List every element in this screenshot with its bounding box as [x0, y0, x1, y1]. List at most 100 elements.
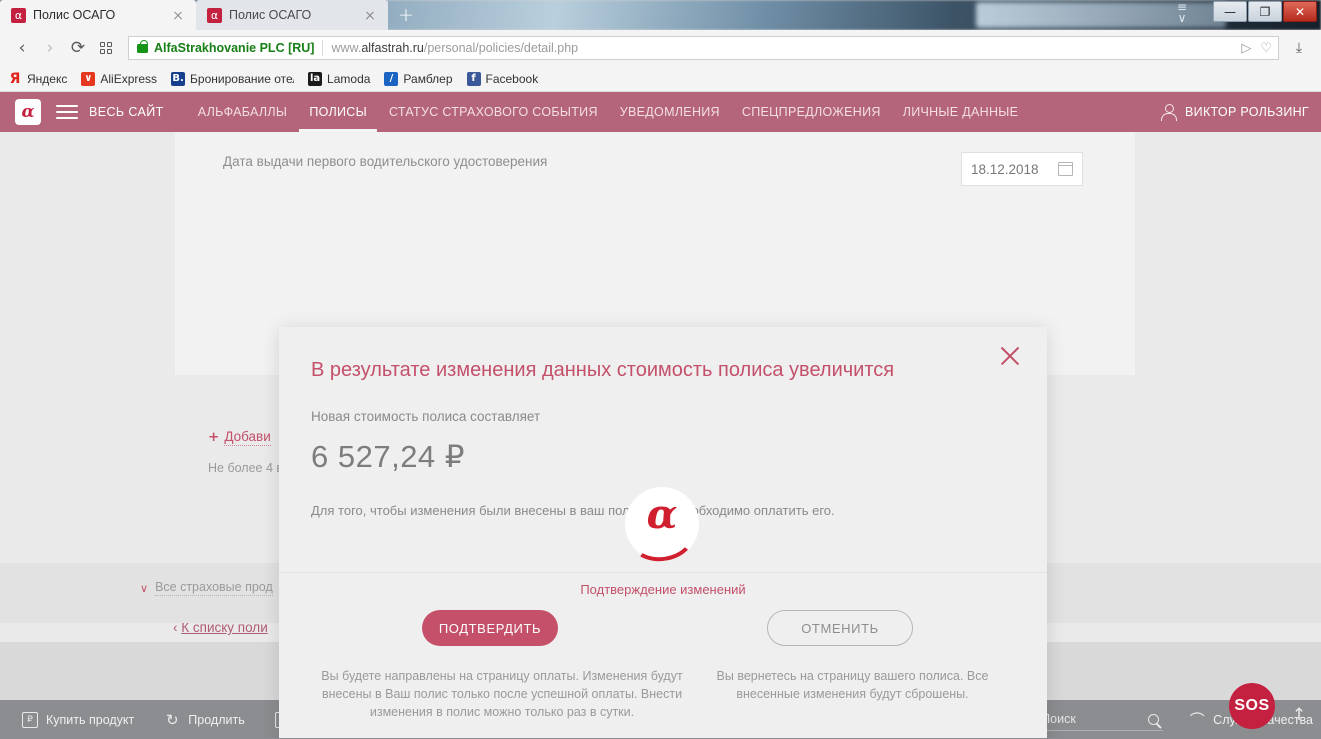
add-driver-label: Добави — [224, 429, 271, 446]
license-date-input[interactable]: 18.12.2018 — [961, 152, 1083, 186]
search-icon[interactable] — [1148, 713, 1160, 725]
all-products-label: Все страховые прод — [155, 580, 273, 596]
nav-item-alfaballs[interactable]: АЛЬФАБАЛЛЫ — [198, 92, 288, 132]
close-icon[interactable] — [995, 341, 1025, 371]
rambler-icon: / — [384, 71, 399, 86]
modal-subtitle: Новая стоимость полиса составляет — [311, 409, 541, 424]
browser-navigation-bar: ‹ › ⟳ AlfaStrakhovanie PLC [RU] www.alfa… — [0, 30, 1321, 66]
modal-price: 6 527,24 ₽ — [311, 439, 466, 474]
modal-note: Для того, чтобы изменения были внесены в… — [311, 503, 835, 518]
bookmark-aliexpress[interactable]: ∨ AliExpress — [81, 71, 158, 86]
chevron-down-icon[interactable]: ≡ ∨ — [1171, 1, 1193, 26]
nav-item-claim-status[interactable]: СТАТУС СТРАХОВОГО СОБЫТИЯ — [389, 92, 598, 132]
bookmark-label: Facebook — [485, 71, 539, 86]
close-icon[interactable] — [170, 7, 186, 23]
page-body: Дата выдачи первого водительского удосто… — [0, 132, 1321, 738]
divider — [322, 40, 324, 56]
site-header: α ВЕСЬ САЙТ АЛЬФАБАЛЛЫ ПОЛИСЫ СТАТУС СТР… — [0, 92, 1321, 132]
chevron-down-icon: ∨ — [140, 581, 149, 595]
add-driver-link[interactable]: + Добави — [208, 429, 271, 446]
user-account[interactable]: ВИКТОР РОЛЬЗИНГ — [1160, 104, 1309, 121]
appbar-item-label: Продлить — [188, 712, 245, 727]
window-controls: — ❐ ✕ — [1212, 1, 1317, 23]
facebook-icon: f — [466, 71, 481, 86]
bookmark-lamoda[interactable]: la Lamoda — [308, 71, 371, 86]
user-name: ВИКТОР РОЛЬЗИНГ — [1185, 105, 1309, 119]
tab-title: Полис ОСАГО — [229, 8, 312, 22]
url-text: www.alfastrah.ru/personal/policies/detai… — [331, 41, 579, 55]
nav-item-notifications[interactable]: УВЕДОМЛЕНИЯ — [620, 92, 720, 132]
alfa-watermark-logo-icon: α — [625, 487, 699, 566]
booking-icon: B. — [171, 71, 186, 86]
all-site-label[interactable]: ВЕСЬ САЙТ — [89, 105, 164, 119]
calendar-icon[interactable] — [1058, 162, 1073, 176]
lamoda-icon: la — [308, 71, 323, 86]
divider — [279, 572, 1047, 573]
tab-title: Полис ОСАГО — [33, 8, 116, 22]
address-bar[interactable]: AlfaStrakhovanie PLC [RU] www.alfastrah.… — [128, 36, 1279, 60]
nav-item-policies[interactable]: ПОЛИСЫ — [299, 92, 377, 132]
cancel-button[interactable]: ОТМЕНИТЬ — [767, 610, 913, 646]
hamburger-menu-icon[interactable] — [56, 105, 78, 119]
omnibox-actions: ▷ ♡ — [1241, 41, 1272, 56]
minimize-button[interactable]: — — [1213, 1, 1247, 22]
apps-grid-icon[interactable] — [92, 34, 120, 62]
refresh-icon: ↻ — [165, 710, 179, 729]
alfa-icon: α — [207, 7, 222, 23]
appbar-buy-product[interactable]: ₽ Купить продукт — [22, 711, 135, 728]
aliexpress-icon: ∨ — [81, 71, 96, 86]
site-logo[interactable]: α — [0, 92, 56, 132]
appbar-right-group: Поиск ⌒ Служба качества — [1041, 709, 1321, 731]
appbar-renew[interactable]: ↻ Продлить — [164, 710, 245, 729]
bookmark-label: Яндекс — [27, 71, 68, 86]
yandex-icon: Я — [9, 70, 21, 87]
browser-window: α Полис ОСАГО α Полис ОСАГО + ≡ ∨ — ❐ ✕ ‹… — [0, 0, 1321, 739]
confirm-description: Вы будете направлены на страницу оплаты.… — [321, 669, 683, 719]
nav-item-personal-data[interactable]: ЛИЧНЫЕ ДАННЫЕ — [903, 92, 1019, 132]
bookmark-label: Lamoda — [327, 71, 371, 86]
nav-item-special-offers[interactable]: СПЕЦПРЕДЛОЖЕНИЯ — [742, 92, 881, 132]
confirm-button[interactable]: ПОДТВЕРДИТЬ — [422, 610, 558, 646]
modal-title: В результате изменения данных стоимость … — [311, 359, 895, 381]
close-icon[interactable] — [362, 7, 378, 23]
page-viewport: α ВЕСЬ САЙТ АЛЬФАБАЛЛЫ ПОЛИСЫ СТАТУС СТР… — [0, 92, 1321, 738]
browser-tab-1[interactable]: α Полис ОСАГО — [0, 0, 196, 30]
alfa-icon: α — [11, 7, 26, 23]
headset-icon: ⌒ — [1189, 711, 1205, 729]
license-date-value: 18.12.2018 — [971, 161, 1039, 177]
new-tab-button[interactable]: + — [394, 4, 418, 26]
alfa-logo-icon: α — [15, 99, 41, 125]
download-icon[interactable]: ⤓ — [1285, 40, 1313, 56]
reload-icon[interactable]: ⟳ — [64, 34, 92, 62]
back-icon[interactable]: ‹ — [8, 34, 36, 62]
bookmark-label: Рамблер — [403, 71, 453, 86]
restore-button[interactable]: ❐ — [1248, 1, 1282, 22]
bookmark-label: Бронирование отел — [190, 71, 295, 86]
tab-strip: α Полис ОСАГО α Полис ОСАГО + ≡ ∨ — ❐ ✕ — [0, 0, 1321, 30]
cancel-description: Вы вернетесь на страницу вашего полиса. … — [716, 669, 989, 701]
all-products-toggle[interactable]: ∨ Все страховые прод — [140, 580, 273, 596]
browser-tab-2[interactable]: α Полис ОСАГО — [196, 0, 388, 30]
sos-button[interactable]: SOS — [1229, 683, 1275, 729]
bookmark-yandex[interactable]: Я Яндекс — [8, 70, 68, 87]
price-change-modal: В результате изменения данных стоимость … — [279, 327, 1047, 738]
plus-icon: + — [208, 429, 220, 445]
appbar-search[interactable]: Поиск — [1041, 709, 1164, 731]
appbar-item-label: Купить продукт — [46, 712, 135, 727]
forward-icon[interactable]: › — [36, 34, 64, 62]
close-window-button[interactable]: ✕ — [1283, 1, 1317, 22]
share-icon[interactable]: ▷ — [1241, 41, 1251, 56]
bookmark-rambler[interactable]: / Рамблер — [384, 71, 453, 86]
bookmark-label: AliExpress — [100, 71, 158, 86]
scroll-to-top-icon[interactable]: ↑ — [1289, 705, 1309, 725]
license-date-label: Дата выдачи первого водительского удосто… — [223, 154, 548, 169]
favorite-heart-icon[interactable]: ♡ — [1260, 41, 1272, 56]
main-navigation: АЛЬФАБАЛЛЫ ПОЛИСЫ СТАТУС СТРАХОВОГО СОБЫ… — [198, 92, 1019, 132]
lock-icon — [137, 39, 148, 53]
bookmark-booking[interactable]: B. Бронирование отел — [171, 71, 295, 86]
bookmark-facebook[interactable]: f Facebook — [466, 71, 539, 86]
site-identity-label: AlfaStrakhovanie PLC [RU] — [154, 41, 315, 55]
bookmarks-bar: Я Яндекс ∨ AliExpress B. Бронирование от… — [0, 66, 1321, 92]
cart-icon: ₽ — [22, 711, 38, 728]
license-date-row: Дата выдачи первого водительского удосто… — [223, 152, 1083, 186]
